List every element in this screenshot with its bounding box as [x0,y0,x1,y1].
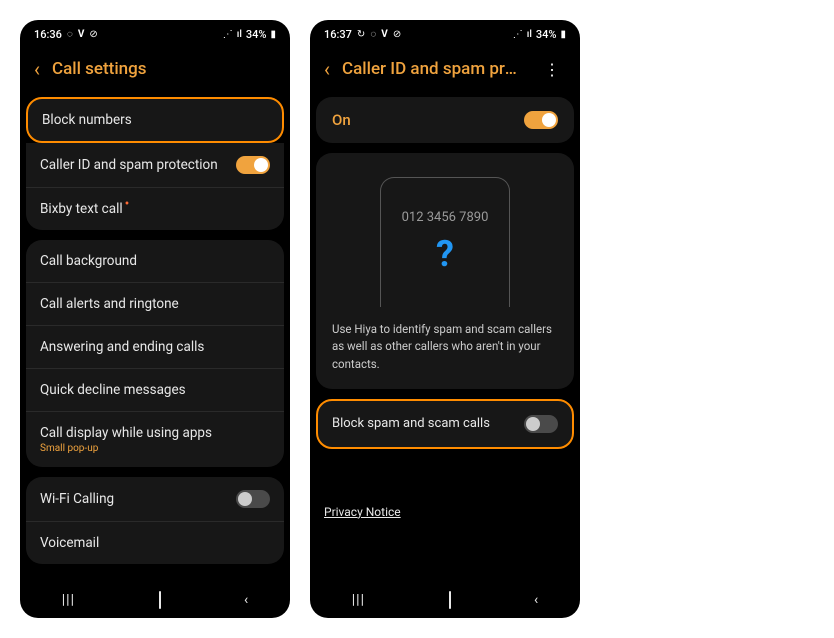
quick-decline-row[interactable]: Quick decline messages [26,369,284,412]
page-header: ‹ Caller ID and spam pro… ⋮ [310,45,580,97]
caller-id-row[interactable]: Caller ID and spam protection [26,143,284,188]
voicemail-row[interactable]: Voicemail [26,522,284,564]
whatsapp-icon: ◌ [67,29,73,40]
caller-id-toggle[interactable] [236,156,270,174]
block-spam-label: Block spam and scam calls [332,416,490,431]
bixby-row[interactable]: Bixby text call [26,188,284,230]
phone-screen-2: 16:37 ↻ ◌ V ⊘ ⋰ ıl 34% ▮ ‹ Caller ID and… [310,20,580,618]
nav-home-icon[interactable] [159,592,161,608]
signal-icon: ıl [237,29,242,40]
mock-phone-number: 012 3456 7890 [402,210,489,225]
status-bar: 16:37 ↻ ◌ V ⊘ ⋰ ıl 34% ▮ [310,20,580,45]
answering-row[interactable]: Answering and ending calls [26,326,284,369]
wifi-calling-toggle[interactable] [236,490,270,508]
nav-recents-icon[interactable]: ||| [352,592,365,608]
on-label: On [332,111,351,129]
master-toggle[interactable] [524,111,558,129]
wifi-icon: ⋰ [223,29,233,40]
call-alerts-label: Call alerts and ringtone [40,296,179,312]
dnd-icon: ⊘ [89,29,97,40]
nav-home-icon[interactable] [449,592,451,608]
battery-icon: ▮ [560,29,566,40]
description-text: Use Hiya to identify spam and scam calle… [332,321,558,373]
quick-decline-label: Quick decline messages [40,382,186,398]
app-icon: V [78,29,85,40]
call-display-label: Call display while using apps [40,425,212,441]
call-bg-label: Call background [40,253,137,269]
back-icon[interactable]: ‹ [34,57,40,81]
status-time: 16:37 [324,28,352,41]
wifi-icon: ⋰ [513,29,523,40]
voicemail-label: Voicemail [40,535,99,551]
status-time: 16:36 [34,28,62,41]
call-alerts-row[interactable]: Call alerts and ringtone [26,283,284,326]
battery-text: 34% [246,28,267,41]
settings-group-2: Call background Call alerts and ringtone… [26,240,284,467]
call-display-sub: Small pop-up [40,443,212,454]
question-mark-icon: ? [436,233,454,275]
page-title: Caller ID and spam pro… [342,59,526,79]
more-icon[interactable]: ⋮ [538,60,566,79]
signal-icon: ıl [527,29,532,40]
back-icon[interactable]: ‹ [324,57,330,81]
block-spam-card[interactable]: Block spam and scam calls [316,399,574,449]
call-display-row[interactable]: Call display while using apps Small pop-… [26,412,284,467]
caller-id-label: Caller ID and spam protection [40,157,218,173]
dnd-icon: ⊘ [393,29,401,40]
block-numbers-row[interactable]: Block numbers [28,99,282,141]
call-background-row[interactable]: Call background [26,240,284,283]
answering-label: Answering and ending calls [40,339,204,355]
app-icon: V [381,29,388,40]
settings-group-1b: Caller ID and spam protection Bixby text… [26,143,284,230]
bixby-label: Bixby text call [40,201,129,217]
nav-bar: ||| ‹ [310,578,580,618]
wifi-calling-label: Wi-Fi Calling [40,491,114,507]
master-toggle-card[interactable]: On [316,97,574,143]
status-bar: 16:36 ◌ V ⊘ ⋰ ıl 34% ▮ [20,20,290,45]
whatsapp-icon: ◌ [370,29,376,40]
privacy-notice-link[interactable]: Privacy Notice [316,455,574,519]
page-header: ‹ Call settings [20,45,290,97]
nav-back-icon[interactable]: ‹ [244,592,248,608]
nav-bar: ||| ‹ [20,578,290,618]
illustration-card: 012 3456 7890 ? Use Hiya to identify spa… [316,153,574,389]
settings-group-3: Wi-Fi Calling Voicemail [26,477,284,564]
block-spam-toggle[interactable] [524,415,558,433]
call-icon: ↻ [357,29,365,40]
nav-back-icon[interactable]: ‹ [534,592,538,608]
page-title: Call settings [52,59,276,79]
phone-illustration: 012 3456 7890 ? [380,177,510,307]
battery-icon: ▮ [270,29,276,40]
battery-text: 34% [536,28,557,41]
block-numbers-label: Block numbers [42,112,132,128]
settings-group-1: Block numbers [26,97,284,143]
phone-screen-1: 16:36 ◌ V ⊘ ⋰ ıl 34% ▮ ‹ Call settings B… [20,20,290,618]
nav-recents-icon[interactable]: ||| [62,592,75,608]
wifi-calling-row[interactable]: Wi-Fi Calling [26,477,284,522]
